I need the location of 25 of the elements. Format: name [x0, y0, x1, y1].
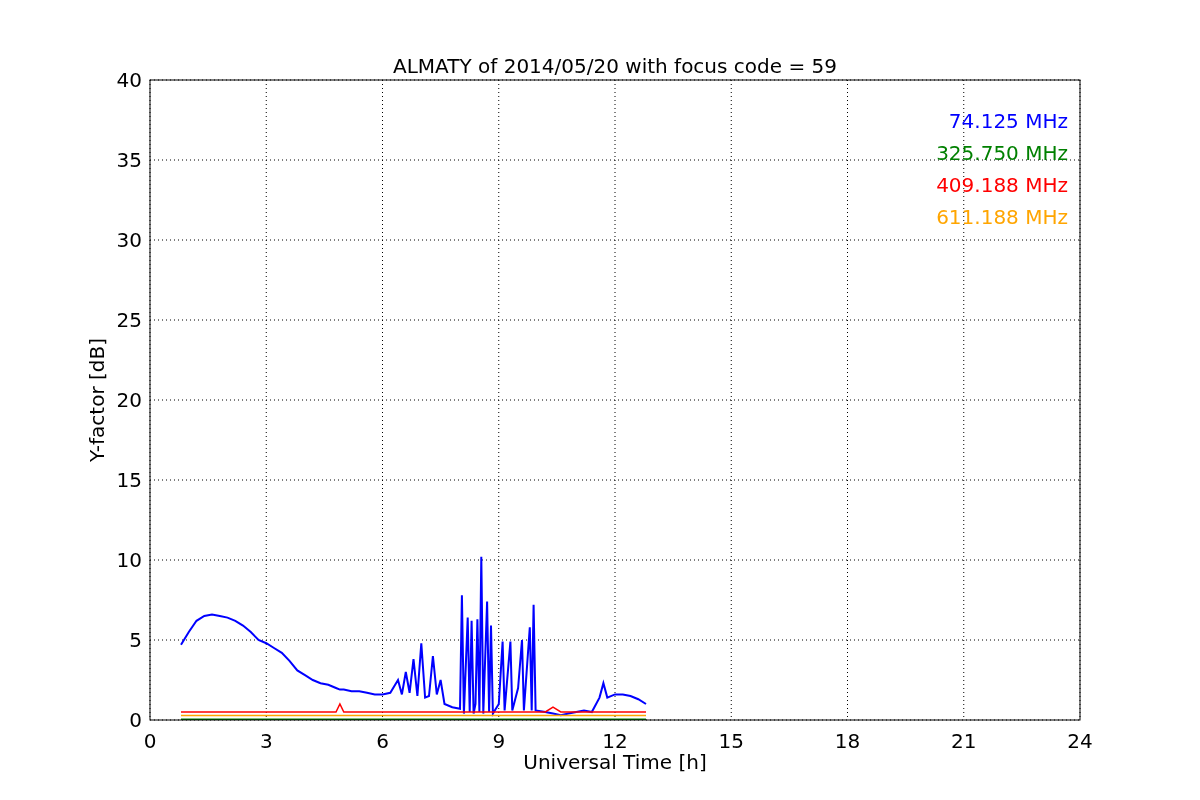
- y-tick-label: 25: [116, 308, 142, 332]
- x-tick-label: 15: [718, 729, 744, 753]
- x-tick-label: 21: [951, 729, 977, 753]
- y-tick-label: 30: [116, 228, 142, 252]
- x-tick-label: 6: [376, 729, 389, 753]
- y-tick-label: 15: [116, 468, 142, 492]
- x-tick-label: 24: [1067, 729, 1093, 753]
- legend-label: 611.188 MHz: [936, 205, 1068, 229]
- x-tick-label: 0: [143, 729, 157, 753]
- x-tick-label: 3: [259, 729, 273, 753]
- chart-title: ALMATY of 2014/05/20 with focus code = 59: [393, 54, 837, 78]
- y-tick-label: 5: [129, 628, 142, 652]
- legend-label: 409.188 MHz: [936, 173, 1068, 197]
- y-tick-label: 10: [116, 548, 142, 572]
- x-tick-label: 12: [602, 729, 628, 753]
- y-tick-label: 0: [129, 708, 142, 732]
- legend-label: 325.750 MHz: [936, 141, 1068, 165]
- y-tick-label: 40: [116, 68, 142, 92]
- x-tick-label: 9: [492, 729, 506, 753]
- y-tick-label: 35: [116, 148, 142, 172]
- legend-label: 74.125 MHz: [948, 109, 1068, 133]
- y-axis-label: Y-factor [dB]: [85, 338, 109, 462]
- y-tick-label: 20: [116, 388, 142, 412]
- x-tick-label: 18: [834, 729, 861, 753]
- x-axis-label: Universal Time [h]: [523, 750, 707, 774]
